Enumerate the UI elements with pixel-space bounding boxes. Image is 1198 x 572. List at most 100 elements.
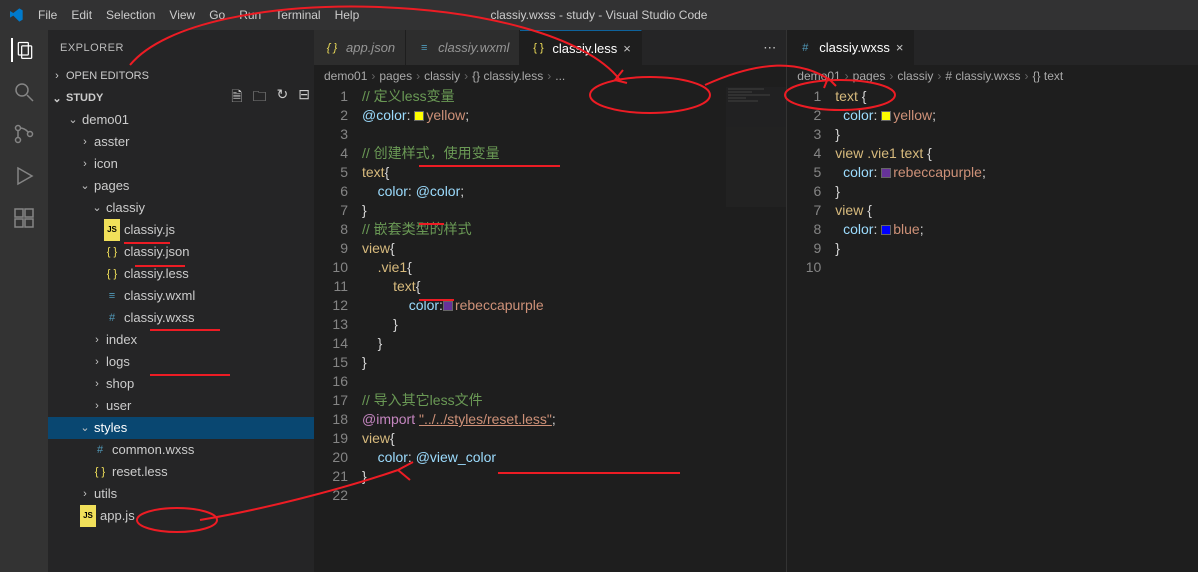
code-editor-right[interactable]: 12345678910 text { color: yellow;}view .… [787, 87, 1198, 572]
breadcrumb-item[interactable]: # classiy.wxss [945, 69, 1020, 83]
tree-item-reset.less[interactable]: { }reset.less [48, 461, 314, 483]
menu-run[interactable]: Run [239, 8, 261, 22]
tree-item-classiy[interactable]: ⌄classiy [48, 197, 314, 219]
run-debug-icon[interactable] [12, 164, 36, 188]
file-icon: { } [530, 42, 546, 54]
tab-label: classiy.wxml [438, 40, 509, 55]
tree-item-classiy.json[interactable]: { }classiy.json [48, 241, 314, 263]
editor-group-1: { } app.json ≡ classiy.wxml { } classiy.less ×… [314, 30, 787, 572]
tree-item-styles[interactable]: ⌄styles [48, 417, 314, 439]
tree-item-label: app.js [100, 505, 135, 527]
tree-item-label: classiy.wxml [124, 285, 195, 307]
tree-item-label: asster [94, 131, 129, 153]
tree-item-label: icon [94, 153, 118, 175]
tree-item-utils[interactable]: ›utils [48, 483, 314, 505]
menu-help[interactable]: Help [335, 8, 360, 22]
open-editors-label: OPEN EDITORS [66, 70, 149, 82]
close-icon[interactable]: × [623, 41, 631, 56]
breadcrumb-item[interactable]: demo01 [324, 69, 367, 83]
tab-label: app.json [346, 40, 395, 55]
tree-item-app.js[interactable]: JSapp.js [48, 505, 314, 527]
tree-item-classiy.less[interactable]: { }classiy.less [48, 263, 314, 285]
code-lines[interactable]: // 定义less变量@color: yellow; // 创建样式，使用变量t… [362, 87, 786, 572]
code-editor-left[interactable]: 12345678910111213141516171819202122 // 定… [314, 87, 786, 572]
tab-overflow-icon[interactable]: ⋯ [753, 30, 786, 65]
extensions-icon[interactable] [12, 206, 36, 230]
menu-file[interactable]: File [38, 8, 57, 22]
breadcrumb-item[interactable]: classiy [424, 69, 460, 83]
menu-edit[interactable]: Edit [71, 8, 92, 22]
new-folder-icon[interactable]: 🗀 [253, 86, 267, 110]
tree-item-index[interactable]: ›index [48, 329, 314, 351]
menu-view[interactable]: View [169, 8, 195, 22]
file-icon: # [104, 307, 120, 329]
file-tree[interactable]: ⌄demo01›asster›icon⌄pages⌄classiyJSclass… [48, 109, 314, 572]
tree-item-user[interactable]: ›user [48, 395, 314, 417]
editor-tabs-left: { } app.json ≡ classiy.wxml { } classiy.less ×… [314, 30, 786, 65]
breadcrumb-item[interactable]: {} classiy.less [472, 69, 543, 83]
tree-item-label: shop [106, 373, 134, 395]
source-control-icon[interactable] [12, 122, 36, 146]
menu-terminal[interactable]: Terminal [275, 8, 320, 22]
file-icon: ≡ [416, 42, 432, 54]
tree-item-label: classiy [106, 197, 145, 219]
refresh-icon[interactable]: ↻ [277, 86, 289, 110]
tab-classiy.wxml[interactable]: ≡ classiy.wxml [406, 30, 520, 65]
breadcrumb-item[interactable]: pages [379, 69, 412, 83]
breadcrumb-item[interactable]: pages [853, 69, 886, 83]
new-file-icon[interactable]: 🗎 [231, 86, 242, 110]
tree-item-label: logs [106, 351, 130, 373]
tab-label: classiy.less [552, 41, 617, 56]
tab-app.json[interactable]: { } app.json [314, 30, 406, 65]
tree-item-label: user [106, 395, 131, 417]
breadcrumb-item[interactable]: classiy [897, 69, 933, 83]
breadcrumbs-right[interactable]: demo01›pages›classiy›# classiy.wxss›{} t… [787, 65, 1198, 87]
breadcrumb-item[interactable]: ... [555, 69, 565, 83]
tree-item-shop[interactable]: ›shop [48, 373, 314, 395]
explorer-icon[interactable] [11, 38, 35, 62]
tree-item-label: reset.less [112, 461, 168, 483]
tree-item-pages[interactable]: ⌄pages [48, 175, 314, 197]
tree-item-label: styles [94, 417, 127, 439]
tree-item-asster[interactable]: ›asster [48, 131, 314, 153]
file-icon: { } [92, 461, 108, 483]
tree-item-classiy.wxml[interactable]: ≡classiy.wxml [48, 285, 314, 307]
tree-item-classiy.wxss[interactable]: #classiy.wxss [48, 307, 314, 329]
tree-item-icon[interactable]: ›icon [48, 153, 314, 175]
breadcrumbs-left[interactable]: demo01›pages›classiy›{} classiy.less›... [314, 65, 786, 87]
breadcrumb-item[interactable]: {} text [1033, 69, 1064, 83]
file-icon: { } [104, 241, 120, 263]
tab-classiy.less[interactable]: { } classiy.less × [520, 30, 641, 65]
code-lines[interactable]: text { color: yellow;}view .vie1 text { … [835, 87, 1198, 572]
tree-item-label: pages [94, 175, 129, 197]
sidebar-title: EXPLORER [48, 30, 314, 65]
close-icon[interactable]: × [896, 40, 904, 55]
vscode-logo-icon [8, 7, 24, 23]
project-section[interactable]: ⌄STUDY 🗎 🗀 ↻ ⊟ [48, 87, 314, 109]
tree-item-label: classiy.json [124, 241, 190, 263]
tab-classiy.wxss[interactable]: #classiy.wxss× [787, 30, 914, 65]
tree-item-demo01[interactable]: ⌄demo01 [48, 109, 314, 131]
open-editors-section[interactable]: ›OPEN EDITORS [48, 65, 314, 87]
window-title: classiy.wxss - study - Visual Studio Cod… [491, 8, 708, 22]
tree-item-label: classiy.less [124, 263, 189, 285]
file-icon: { } [324, 42, 340, 54]
line-gutter: 12345678910111213141516171819202122 [314, 87, 362, 572]
tree-item-label: classiy.js [124, 219, 175, 241]
tree-item-logs[interactable]: ›logs [48, 351, 314, 373]
tree-item-common.wxss[interactable]: #common.wxss [48, 439, 314, 461]
file-icon: # [797, 42, 813, 54]
menu-selection[interactable]: Selection [106, 8, 155, 22]
titlebar: File Edit Selection View Go Run Terminal Help c… [0, 0, 1198, 30]
breadcrumb-item[interactable]: demo01 [797, 69, 840, 83]
sidebar: EXPLORER ›OPEN EDITORS ⌄STUDY 🗎 🗀 ↻ ⊟ ⌄d… [48, 30, 314, 572]
tree-item-label: utils [94, 483, 117, 505]
menu-go[interactable]: Go [209, 8, 225, 22]
tree-item-label: common.wxss [112, 439, 194, 461]
editor-tabs-right: #classiy.wxss× [787, 30, 1198, 65]
project-label: STUDY [66, 92, 103, 104]
collapse-icon[interactable]: ⊟ [298, 86, 310, 110]
search-icon[interactable] [12, 80, 36, 104]
tree-item-label: demo01 [82, 109, 129, 131]
tree-item-classiy.js[interactable]: JSclassiy.js [48, 219, 314, 241]
